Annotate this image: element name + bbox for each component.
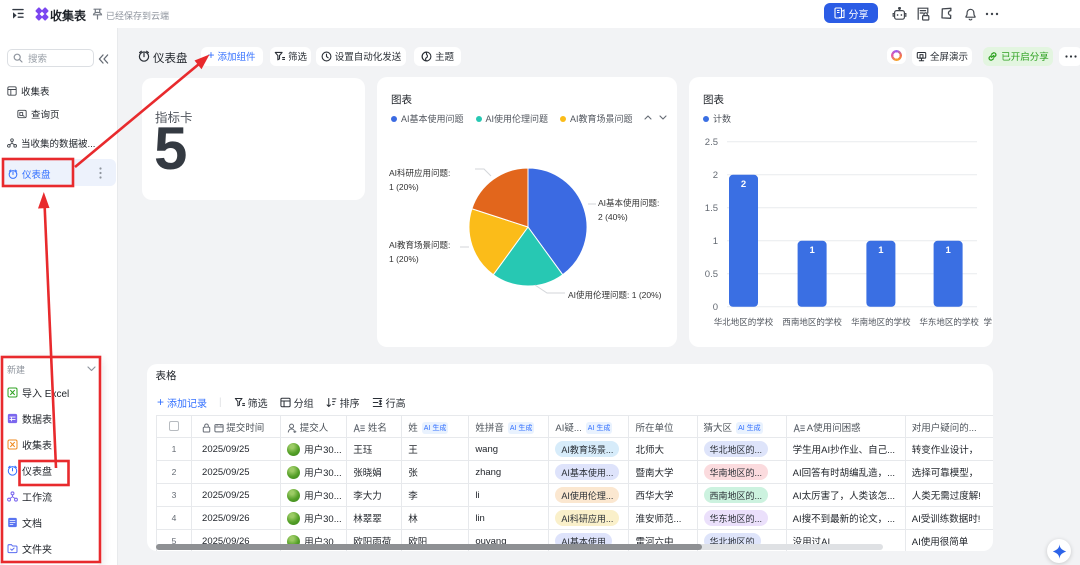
svg-text:1.5: 1.5 [705,203,718,214]
svg-text:0.5: 0.5 [705,269,718,280]
svg-text:西南地区的学校: 西南地区的学校 [782,317,842,327]
svg-text:1: 1 [809,245,815,256]
svg-text:1: 1 [878,245,884,256]
svg-text:华南地区的学校: 华南地区的学校 [851,317,911,327]
svg-text:2: 2 [713,170,718,181]
svg-text:1: 1 [713,236,718,247]
svg-text:2.5: 2.5 [705,137,718,148]
svg-text:学: 学 [984,317,993,327]
svg-text:0: 0 [713,302,718,313]
svg-text:2: 2 [741,179,746,190]
svg-text:华北地区的学校: 华北地区的学校 [714,317,774,327]
svg-text:华东地区的学校: 华东地区的学校 [919,317,979,327]
svg-text:1: 1 [945,245,951,256]
